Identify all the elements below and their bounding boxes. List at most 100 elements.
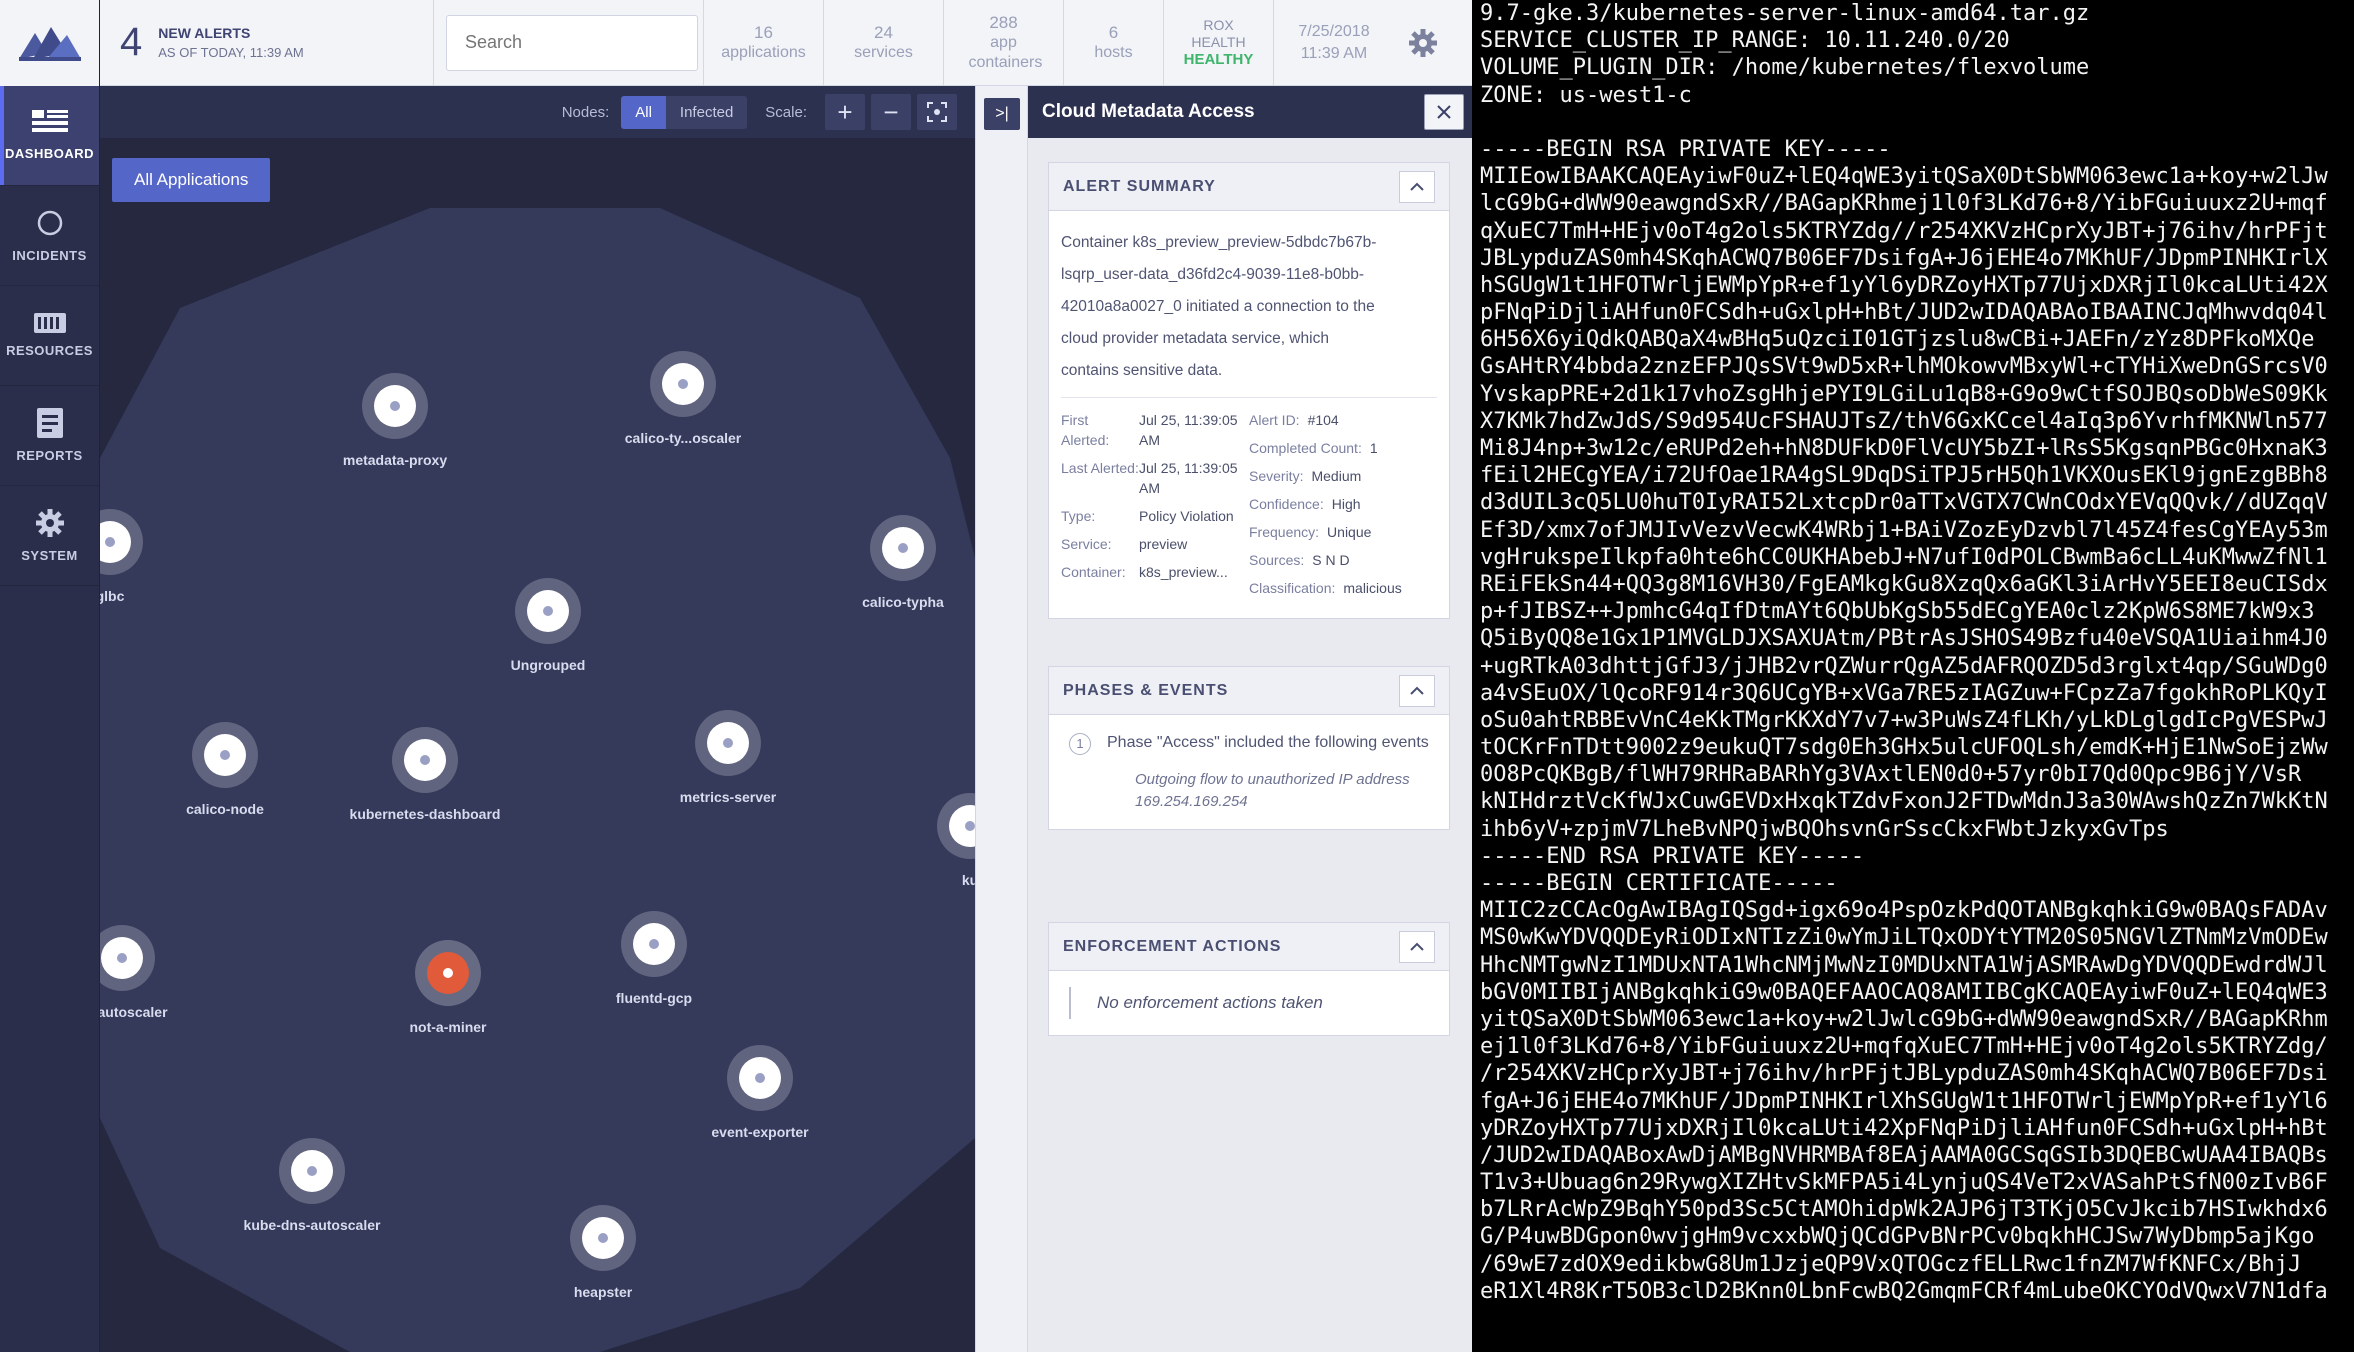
confidence-label: Confidence: bbox=[1249, 496, 1324, 512]
stat-containers[interactable]: 288 app containers bbox=[944, 0, 1064, 85]
close-panel-button[interactable] bbox=[1424, 94, 1464, 130]
incidents-icon bbox=[37, 210, 62, 236]
graph-node-ring bbox=[100, 521, 131, 563]
app-logo[interactable] bbox=[0, 0, 99, 86]
enforcement-actions-header[interactable]: ENFORCEMENT ACTIONS bbox=[1049, 923, 1449, 971]
terminal-output[interactable]: 9.7-gke.3/kubernetes-server-linux-amd64.… bbox=[1472, 0, 2354, 1352]
terminal-line: yitQSaX0DtSbWM063ewc1a+koy+w2lJwlcG9bG+d… bbox=[1480, 1006, 2328, 1032]
alert-details-right: Alert ID: #104 Completed Count: 1 Severity… bbox=[1249, 410, 1437, 606]
filter-all-button[interactable]: All bbox=[621, 95, 666, 129]
nav-incidents[interactable]: INCIDENTS bbox=[0, 186, 99, 286]
collapse-summary-button[interactable] bbox=[1399, 170, 1435, 203]
stat-hosts-count: 6 bbox=[1108, 22, 1119, 42]
stat-applications[interactable]: 16 applications bbox=[704, 0, 824, 85]
graph-node[interactable] bbox=[650, 351, 716, 417]
graph-node[interactable] bbox=[621, 911, 687, 977]
sources-label: Sources: bbox=[1249, 552, 1305, 568]
enforcement-text: No enforcement actions taken bbox=[1097, 993, 1323, 1012]
current-date: 7/25/2018 bbox=[1298, 22, 1370, 40]
graph-node[interactable] bbox=[392, 727, 458, 793]
sources-value: S N D bbox=[1312, 552, 1350, 568]
graph-node[interactable] bbox=[415, 940, 481, 1006]
graph-node-dot bbox=[678, 379, 688, 389]
graph-node-label: Ungrouped bbox=[510, 657, 586, 673]
fit-view-button[interactable] bbox=[917, 94, 957, 130]
terminal-line: eR1Xl4R8KrT5OB3clD2BKnn0LbnFcwBQ2GmqmFCR… bbox=[1480, 1278, 2328, 1304]
terminal-line: d3dUIL3cQ5LU0huT0IyRAI52LxtcpDr0aTTxVGTX… bbox=[1480, 490, 2328, 516]
health-status[interactable]: ROX HEALTH HEALTHY bbox=[1164, 0, 1274, 85]
all-applications-button[interactable]: All Applications bbox=[112, 158, 271, 202]
nav-dashboard[interactable]: DASHBOARD bbox=[0, 86, 99, 186]
collapse-enforcement-button[interactable] bbox=[1399, 930, 1435, 963]
graph-node[interactable] bbox=[695, 710, 761, 776]
nav-system[interactable]: SYSTEM bbox=[0, 486, 99, 586]
last-alerted-label: Last Alerted: bbox=[1061, 460, 1139, 476]
graph-node-label: heapster bbox=[573, 1284, 633, 1300]
phases-events-header[interactable]: PHASES & EVENTS bbox=[1049, 667, 1449, 715]
left-nav: DASHBOARD INCIDENTS RESOURCES REPORTS SY… bbox=[0, 0, 100, 1352]
terminal-line: ej1l0f3LKd76+8/YibFGuiuuxz2U+mqfqXuEC7Tm… bbox=[1480, 1034, 2328, 1060]
graph-node[interactable] bbox=[515, 578, 581, 644]
last-alerted-value: Jul 25, 11:39:05 AM bbox=[1139, 460, 1238, 496]
alert-description-line: 42010a8a0027_0 initiated a connection to… bbox=[1061, 298, 1375, 315]
graph-node[interactable] bbox=[362, 373, 428, 439]
alert-title: Cloud Metadata Access bbox=[1042, 101, 1255, 122]
stat-hosts[interactable]: 6 hosts bbox=[1064, 0, 1164, 85]
nav-reports[interactable]: REPORTS bbox=[0, 386, 99, 486]
terminal-line: qXuEC7TmH+HEjv0oT4g2ols5KTRYZdg//r254XKV… bbox=[1480, 218, 2328, 244]
gear-icon bbox=[35, 509, 64, 537]
stat-services[interactable]: 24 services bbox=[824, 0, 944, 85]
terminal-line: 9.7-gke.3/kubernetes-server-linux-amd64.… bbox=[1480, 1, 2090, 26]
terminal-line: X7KMk7hdZwJdS/S9d954UcFSHAUJTsZ/thV6GxKC… bbox=[1480, 408, 2328, 434]
first-alerted-label: First Alerted: bbox=[1061, 412, 1110, 448]
type-label: Type: bbox=[1061, 508, 1096, 524]
alert-summary-header[interactable]: ALERT SUMMARY bbox=[1049, 163, 1449, 211]
graph-node-label: kube-dns-autoscaler bbox=[243, 1217, 381, 1233]
terminal-line: pFNqPiDjliAHfun0FCSdh+uGxlpH+hBt/JUD2wID… bbox=[1480, 300, 2328, 326]
terminal-line: +ugRTkA03dhttjGfJ3/jJHB2vrQZWurrQgAZ5dAF… bbox=[1480, 653, 2328, 679]
graph-node-label: metadata-proxy bbox=[342, 452, 448, 468]
severity-label: Severity: bbox=[1249, 468, 1304, 484]
graph-node-label: calico-node bbox=[186, 801, 264, 817]
collapse-panel-button[interactable]: >| bbox=[984, 98, 1020, 130]
new-alerts-summary[interactable]: 4 NEW ALERTS AS OF TODAY, 11:39 AM bbox=[100, 0, 434, 85]
graph-node-ring bbox=[662, 363, 704, 405]
terminal-line: /69wE7zdOX9edikbwG8Um1JzjeQP9VxQTOGczfEL… bbox=[1480, 1251, 2302, 1277]
frequency-label: Frequency: bbox=[1249, 524, 1320, 540]
close-icon bbox=[1437, 105, 1451, 119]
terminal-line: ZONE: us-west1-c bbox=[1480, 82, 1692, 108]
graph-node[interactable] bbox=[870, 515, 936, 581]
nodes-filter-label: Nodes: bbox=[561, 103, 610, 121]
graph-node-dot bbox=[543, 606, 553, 616]
terminal-line: bGV0MIIBIjANBgkqhkiG9w0BAQEFAAOCAQ8AMIIB… bbox=[1480, 979, 2328, 1005]
graph-node[interactable] bbox=[727, 1045, 793, 1111]
search-input[interactable] bbox=[446, 14, 698, 71]
graph-node-ring bbox=[527, 590, 569, 632]
graph-node-dot bbox=[390, 401, 400, 411]
phases-events-heading: PHASES & EVENTS bbox=[1063, 681, 1229, 699]
completed-count-value: 1 bbox=[1369, 440, 1378, 456]
terminal-line: YvskapPRE+2d1k17vhoZsgHhjePYI9LGiLu1qB8+… bbox=[1480, 381, 2328, 407]
nav-reports-label: REPORTS bbox=[16, 448, 83, 463]
reports-icon bbox=[36, 408, 63, 438]
terminal-line: MIIEowIBAAKCAQEAyiwF0uZ+lEQ4qWE3yitQSaX0… bbox=[1480, 164, 2328, 190]
zoom-in-button[interactable]: + bbox=[825, 94, 865, 130]
collapse-phases-button[interactable] bbox=[1399, 674, 1435, 707]
nav-resources[interactable]: RESOURCES bbox=[0, 286, 99, 386]
zoom-out-button[interactable]: − bbox=[871, 94, 911, 130]
graph-node[interactable] bbox=[279, 1138, 345, 1204]
settings-button[interactable] bbox=[1394, 0, 1452, 85]
graph-toolbar: Nodes: All Infected Scale: + − bbox=[100, 86, 975, 138]
terminal-line: GsAHtRY4bbda2znzEFPJQsSVt9wD5xR+lhMOkowv… bbox=[1480, 354, 2328, 380]
graph-node[interactable] bbox=[570, 1205, 636, 1271]
phase-event: Outgoing flow to unauthorized IP address… bbox=[1135, 771, 1410, 810]
container-value[interactable]: k8s_preview... bbox=[1139, 562, 1228, 582]
type-value: Policy Violation bbox=[1139, 508, 1234, 524]
graph-node[interactable] bbox=[192, 722, 258, 788]
scale-label: Scale: bbox=[765, 103, 807, 121]
graph-node-ring bbox=[291, 1150, 333, 1192]
stat-containers-count: 288 bbox=[989, 12, 1018, 32]
filter-infected-button[interactable]: Infected bbox=[665, 95, 748, 129]
network-graph[interactable]: All Applications metadata-proxy calico-ty… bbox=[100, 138, 975, 1352]
